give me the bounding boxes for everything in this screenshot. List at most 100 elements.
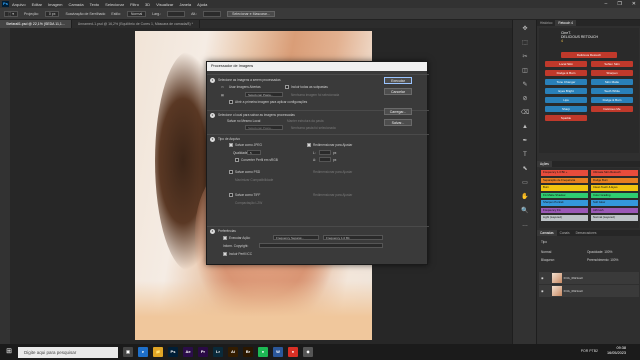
taskbar-app-icon[interactable]: e [138,347,148,357]
retouch-button[interactable]: Sparkle [545,115,587,121]
use-open-images-option[interactable]: Usar Imagens Abertas [229,85,261,89]
tab-actions[interactable]: Ações [537,161,552,167]
menu-texto[interactable]: Texto [90,2,100,7]
menu-selecionar[interactable]: Selecionar [105,2,124,7]
taskbar-app-icon[interactable]: ● [258,347,268,357]
healing-tool-icon[interactable]: ⊘ [520,94,530,104]
select-source-folder-button[interactable]: Selecionar Pasta... [245,92,283,97]
photoshop-logo[interactable]: Ps [2,1,9,7]
move-tool-icon[interactable]: ✥ [520,24,530,34]
layer-row[interactable]: ◉ FOA_0921cell [539,272,639,284]
taskbar-app-icon[interactable]: ● [288,347,298,357]
menu-camada[interactable]: Camada [68,2,83,7]
eraser-tool-icon[interactable]: ⌫ [520,108,530,118]
jpeg-height-field[interactable] [319,157,331,162]
retouch-button[interactable]: Sharp [545,106,587,112]
menu-arquivo[interactable]: Arquivo [12,2,26,7]
action-button[interactable]: Normal (Layered) [591,215,638,221]
save-button[interactable]: Salvar... [384,119,412,126]
tab-channels[interactable]: Canais [557,230,573,236]
run-action-checkbox[interactable] [223,236,227,240]
retouch-button[interactable]: Sharpen [591,70,633,76]
minimize-icon[interactable]: – [605,1,608,7]
hand-tool-icon[interactable]: ✋ [520,192,530,202]
resize-jpeg-checkbox[interactable] [307,143,311,147]
action-button[interactable]: Frequency Fix [541,207,588,213]
action-button[interactable]: Separação de Frequência [541,177,588,183]
taskbar-app-icon[interactable]: Pr [198,347,208,357]
retouch-button[interactable]: Dodge & Burn [591,97,633,103]
taskbar-app-icon[interactable]: Ps [168,347,178,357]
action-button[interactable]: Burn [541,185,588,191]
brush-tool-icon[interactable]: ✎ [520,80,530,90]
menu-janela[interactable]: Janela [179,2,191,7]
tool-preset-icon[interactable]: ⬚ ▾ [4,10,19,17]
save-tiff-checkbox[interactable] [229,193,233,197]
taskbar-app-icon[interactable]: Ai [228,347,238,357]
more-tools-icon[interactable]: … [520,220,530,230]
action-button[interactable]: Color Grading [591,192,638,198]
run-button[interactable]: Executar [384,77,412,84]
height-field[interactable] [203,10,222,17]
action-button[interactable]: Fix Matte Shadow [541,192,588,198]
style-select[interactable]: Normal [126,10,147,17]
select-and-mask-button[interactable]: Selecionar e Mascarar... [227,10,275,17]
action-button[interactable]: Airbrush [591,207,638,213]
retouch-button[interactable]: Skin Matte [591,79,633,85]
menu-ajuda[interactable]: Ajuda [197,2,207,7]
crop-tool-icon[interactable]: ✂ [520,52,530,62]
retouch-button[interactable]: Soften Skin [591,61,633,67]
tab-history[interactable]: Histórico [537,20,555,26]
tab-paths[interactable]: Demarcadores [573,230,600,236]
retouch-button[interactable]: Dodge & Burn [545,70,587,76]
retouch-button[interactable]: Eyes Bright [545,88,587,94]
document-tab[interactable]: Unnamed-1.psd @ 16,2% (Equilíbrio de Cor… [72,20,200,28]
action-button[interactable]: Ultimate Skin Retouch [591,170,638,176]
save-same-location-option[interactable]: Salvar no Mesmo Local [227,119,260,123]
restore-icon[interactable]: ❐ [617,1,621,7]
action-button[interactable]: Dodge Burn [591,177,638,183]
blend-mode-select[interactable]: Normal [541,250,551,254]
menu-3d[interactable]: 3D [145,2,150,7]
tab-retouch[interactable]: Retouch 4 [555,20,576,26]
include-icc-checkbox[interactable] [223,252,227,256]
width-field[interactable] [167,10,186,17]
select-destination-folder-button[interactable]: Selecionar Pasta... [245,125,283,130]
jpeg-width-field[interactable] [319,150,331,155]
windows-start-icon[interactable]: ⊞ [4,347,14,357]
close-icon[interactable]: ✕ [632,1,636,7]
load-button[interactable]: Carregar... [384,108,412,115]
retouch-button[interactable]: Teeth White [591,88,633,94]
retouch-button[interactable]: Local Skin [545,61,587,67]
marquee-tool-icon[interactable]: ⬚ [520,38,530,48]
retouch-button[interactable]: Delicious Me [591,106,633,112]
action-button[interactable]: Sharpen Portrait [541,200,588,206]
shape-tool-icon[interactable]: ▭ [520,178,530,188]
path-select-tool-icon[interactable]: ⬉ [520,164,530,174]
quality-field[interactable]: 5 [247,150,261,155]
tab-layers[interactable]: Camadas [537,230,557,236]
taskbar-app-icon[interactable]: Lr [213,347,223,357]
action-button[interactable]: Soft Glow [591,200,638,206]
retouch-button[interactable]: Lips [545,97,587,103]
taskbar-app-icon[interactable]: Br [243,347,253,357]
opacity-field[interactable]: Opacidade: 100% [587,250,612,254]
save-jpeg-checkbox[interactable] [229,143,233,147]
convert-srgb-checkbox[interactable] [235,158,239,162]
open-first-image-checkbox[interactable] [229,100,233,104]
fill-field[interactable]: Preenchimento: 100% [587,258,618,262]
layers-filter[interactable]: Tipo [541,240,547,244]
eye-icon[interactable]: ◉ [541,276,544,280]
frame-tool-icon[interactable]: ◫ [520,66,530,76]
taskbar-app-icon[interactable]: Ae [183,347,193,357]
cancel-button[interactable]: Cancelar [384,88,412,95]
menu-imagem[interactable]: Imagem [48,2,62,7]
layer-row[interactable]: ◉ FOA_0921cell [539,285,639,297]
taskbar-app-icon[interactable]: ◆ [303,347,313,357]
action-set-select[interactable]: Frequency Separat... [273,235,319,240]
pen-tool-icon[interactable]: ✒ [520,136,530,146]
language-indicator[interactable]: POR PTB2 [581,349,598,353]
action-button[interactable]: Light (Layered) [541,215,588,221]
menu-editar[interactable]: Editar [32,2,42,7]
zoom-tool-icon[interactable]: 🔍 [520,206,530,216]
